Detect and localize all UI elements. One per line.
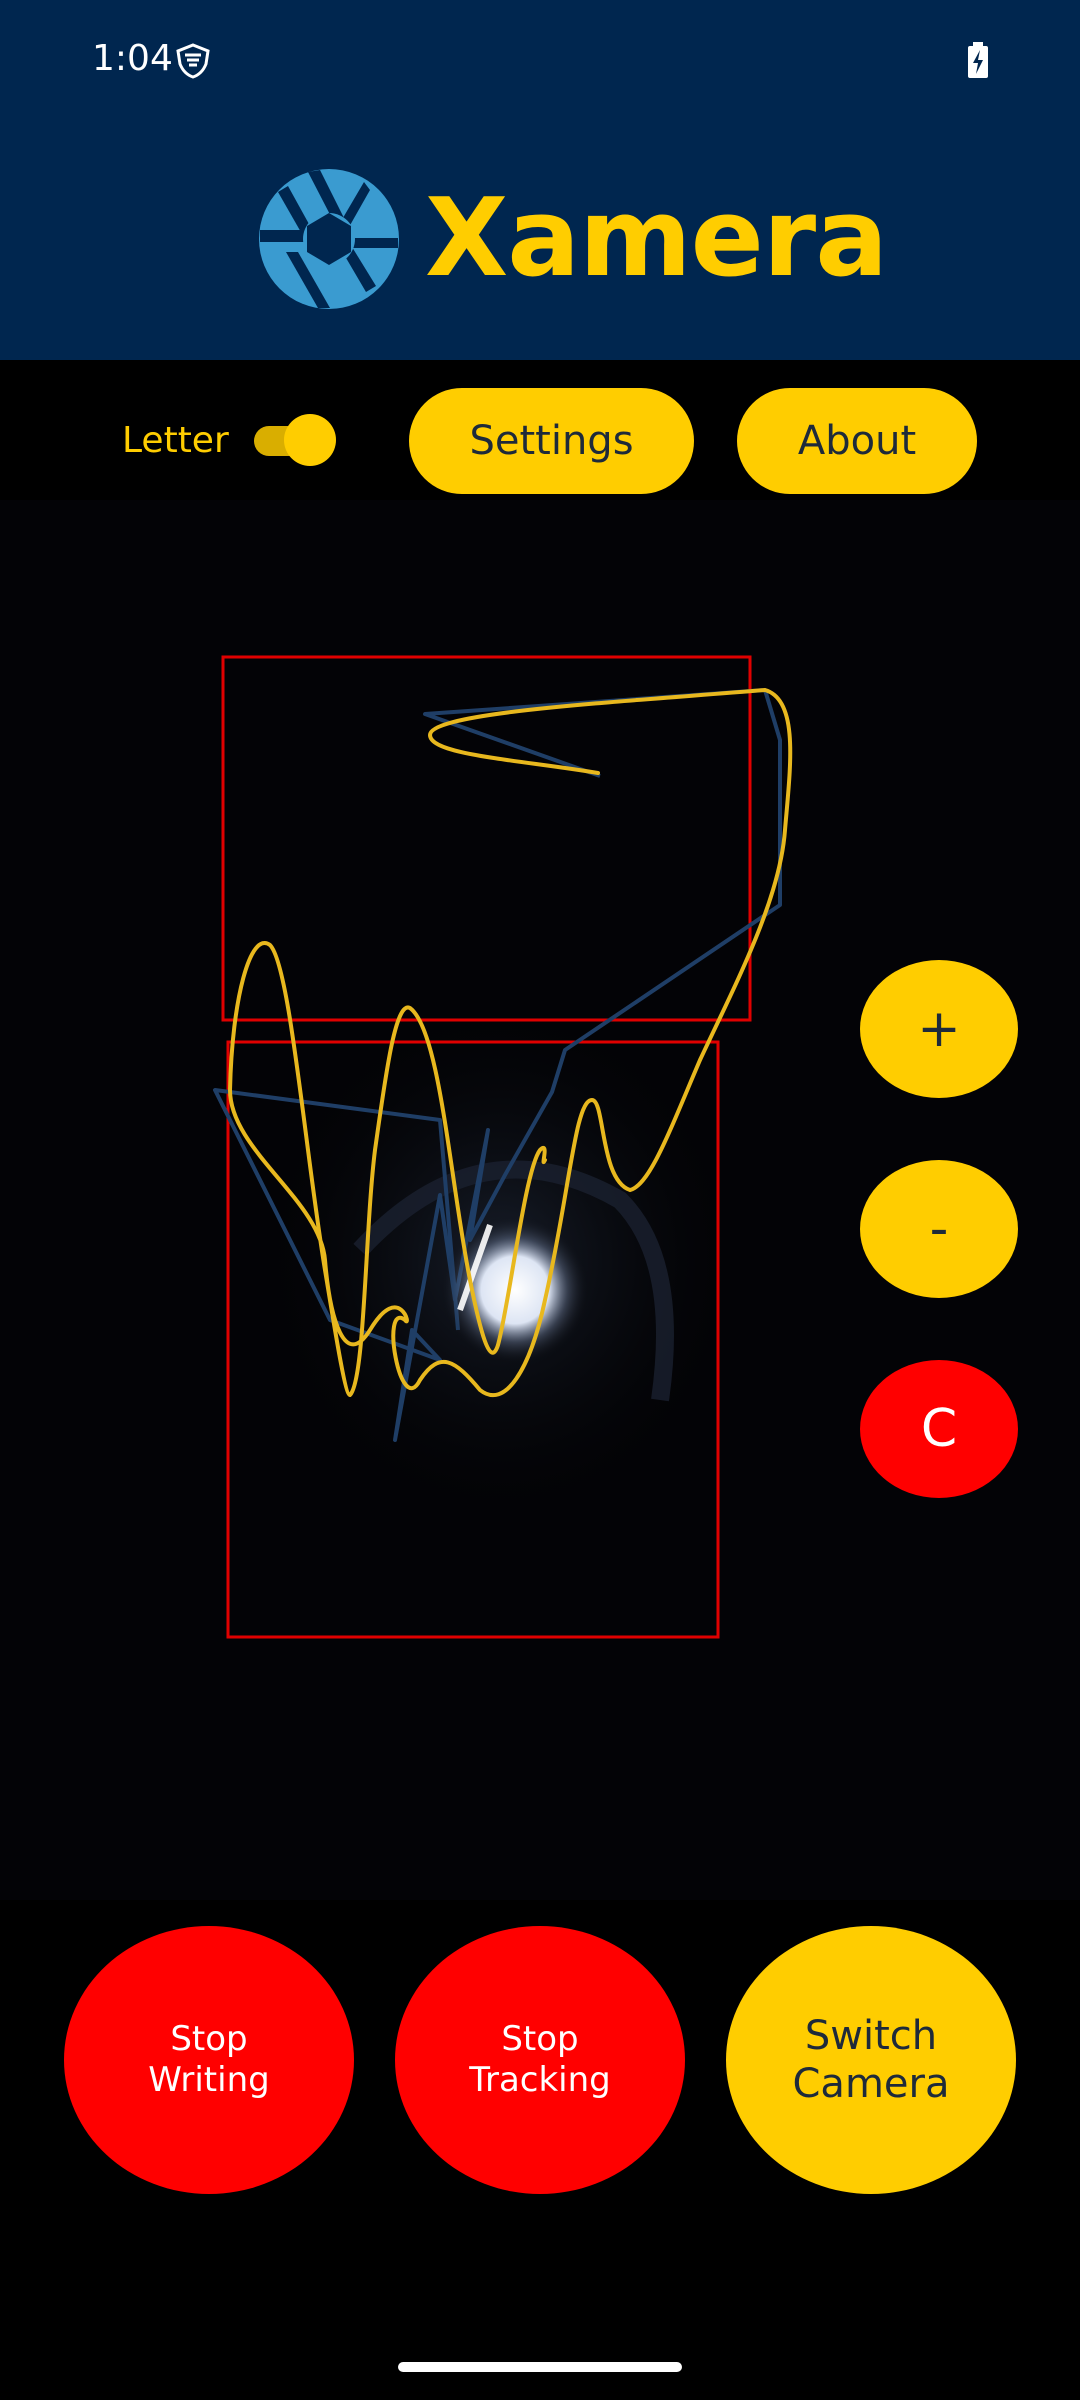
zoom-in-label: + <box>917 999 961 1059</box>
vpn-shield-icon <box>176 43 210 79</box>
stop-tracking-button[interactable]: Stop Tracking <box>395 1926 685 2194</box>
battery-charging-icon <box>968 42 988 78</box>
letter-mode-label: Letter <box>122 420 229 461</box>
app-screen: 1:04 Xamera Letter Settings About + - C … <box>0 0 1080 2400</box>
switch-camera-button[interactable]: Switch Camera <box>726 1926 1016 2194</box>
about-button-label: About <box>797 418 917 464</box>
stop-writing-button[interactable]: Stop Writing <box>64 1926 354 2194</box>
settings-button[interactable]: Settings <box>409 388 694 494</box>
app-title: Xamera <box>425 176 888 301</box>
camera-aperture-icon <box>259 169 399 309</box>
stop-tracking-label: Stop Tracking <box>469 2019 611 2100</box>
status-time: 1:04 <box>92 38 173 79</box>
settings-button-label: Settings <box>469 418 634 464</box>
clear-label: C <box>920 1399 958 1459</box>
letter-mode-toggle[interactable] <box>252 414 340 466</box>
clear-button[interactable]: C <box>860 1360 1018 1498</box>
about-button[interactable]: About <box>737 388 977 494</box>
toggle-thumb <box>284 414 336 466</box>
zoom-out-button[interactable]: - <box>860 1160 1018 1298</box>
home-indicator[interactable] <box>398 2362 682 2372</box>
switch-camera-label: Switch Camera <box>792 2013 950 2107</box>
stop-writing-label: Stop Writing <box>148 2019 270 2100</box>
zoom-in-button[interactable]: + <box>860 960 1018 1098</box>
zoom-out-label: - <box>929 1199 949 1259</box>
app-header: 1:04 Xamera <box>0 0 1080 360</box>
